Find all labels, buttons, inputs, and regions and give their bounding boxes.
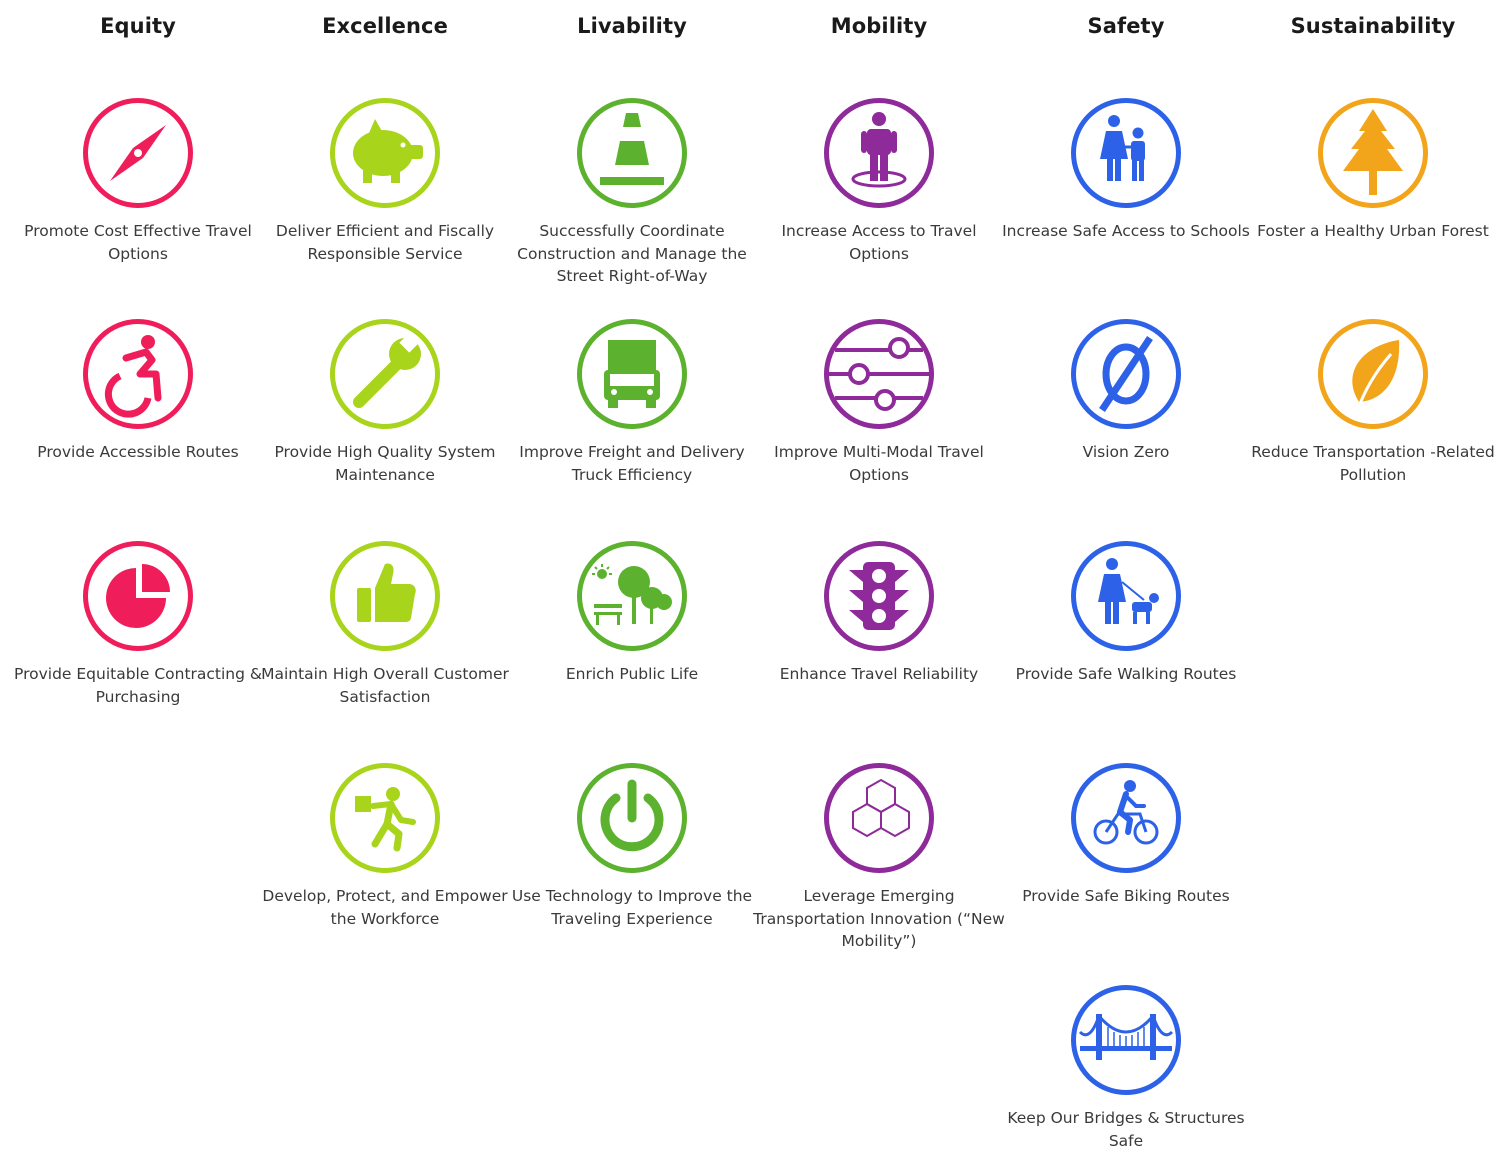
truck-icon: [577, 319, 687, 429]
goal-label: Enrich Public Life: [565, 665, 699, 683]
compass-icon: [83, 98, 193, 208]
tree-icon: [1318, 98, 1428, 208]
person-standing-icon: [824, 98, 934, 208]
children-icon: [1071, 98, 1181, 208]
column-title-sustainability: Sustainability: [1290, 14, 1456, 38]
cyclist-icon: [1071, 763, 1181, 873]
column-title-safety: Safety: [1087, 14, 1165, 38]
goal-label: Improve Freight and Delivery Truck Effic…: [519, 443, 745, 484]
goal-label: Reduce Transportation -Related Pollution: [1251, 443, 1495, 484]
goal-label: Provide High Quality System Maintenance: [274, 443, 496, 484]
goal-label: Foster a Healthy Urban Forest: [1257, 222, 1489, 240]
wheelchair-icon: [83, 319, 193, 429]
traffic-cone-icon: [577, 98, 687, 208]
thumbs-up-icon: [330, 541, 440, 651]
bridge-icon: [1071, 985, 1181, 1095]
goal-label: Successfully Coordinate Construction and…: [517, 222, 747, 285]
worker-carrying-box-icon: [330, 763, 440, 873]
column-title-livability: Livability: [577, 14, 687, 38]
power-icon: [577, 763, 687, 873]
traffic-light-icon: [824, 541, 934, 651]
goal-label: Provide Accessible Routes: [37, 443, 239, 461]
leaf-icon: [1318, 319, 1428, 429]
empty-set-icon: [1071, 319, 1181, 429]
column-livability: Livability Successfully Coordinate Const…: [509, 0, 755, 1161]
goal-label: Vision Zero: [1082, 443, 1170, 461]
person-walking-dog-icon: [1071, 541, 1181, 651]
park-trees-icon: [577, 541, 687, 651]
goal-label: Increase Access to Travel Options: [781, 222, 977, 263]
goal-label: Provide Equitable Contracting & Purchasi…: [14, 665, 262, 706]
wrench-icon: [330, 319, 440, 429]
goal-label: Maintain High Overall Customer Satisfact…: [261, 665, 509, 706]
goal-label: Keep Our Bridges & Structures Safe: [1007, 1109, 1245, 1150]
goal-label: Improve Multi-Modal Travel Options: [774, 443, 984, 484]
hexagons-icon: [824, 763, 934, 873]
column-title-equity: Equity: [100, 14, 176, 38]
column-sustainability: Sustainability Foster a Healthy Urban Fo…: [1250, 0, 1496, 1161]
goal-label: Enhance Travel Reliability: [779, 665, 979, 683]
column-mobility: Mobility Increase Access to Travel Optio…: [753, 0, 1005, 1161]
goal-label: Develop, Protect, and Empower the Workfo…: [262, 887, 508, 928]
column-safety: Safety Increase Safe Access to Schools V…: [1002, 0, 1250, 1161]
goal-label: Provide Safe Walking Routes: [1015, 665, 1237, 683]
goal-label: Increase Safe Access to Schools: [1002, 222, 1250, 240]
column-title-mobility: Mobility: [830, 14, 928, 38]
goal-label: Leverage Emerging Transportation Innovat…: [753, 887, 1005, 950]
column-equity: Equity Promote Cost Effective Travel Opt…: [14, 0, 262, 1161]
column-title-excellence: Excellence: [322, 14, 448, 38]
goal-label: Use Technology to Improve the Traveling …: [511, 887, 753, 928]
pie-chart-icon: [83, 541, 193, 651]
sliders-icon: [824, 319, 934, 429]
goal-label: Provide Safe Biking Routes: [1022, 887, 1230, 905]
goal-label: Promote Cost Effective Travel Options: [24, 222, 252, 263]
piggy-bank-icon: [330, 98, 440, 208]
goal-label: Deliver Efficient and Fiscally Responsib…: [275, 222, 495, 263]
column-excellence: Excellence Deliver Efficient and Fiscall…: [261, 0, 509, 1161]
